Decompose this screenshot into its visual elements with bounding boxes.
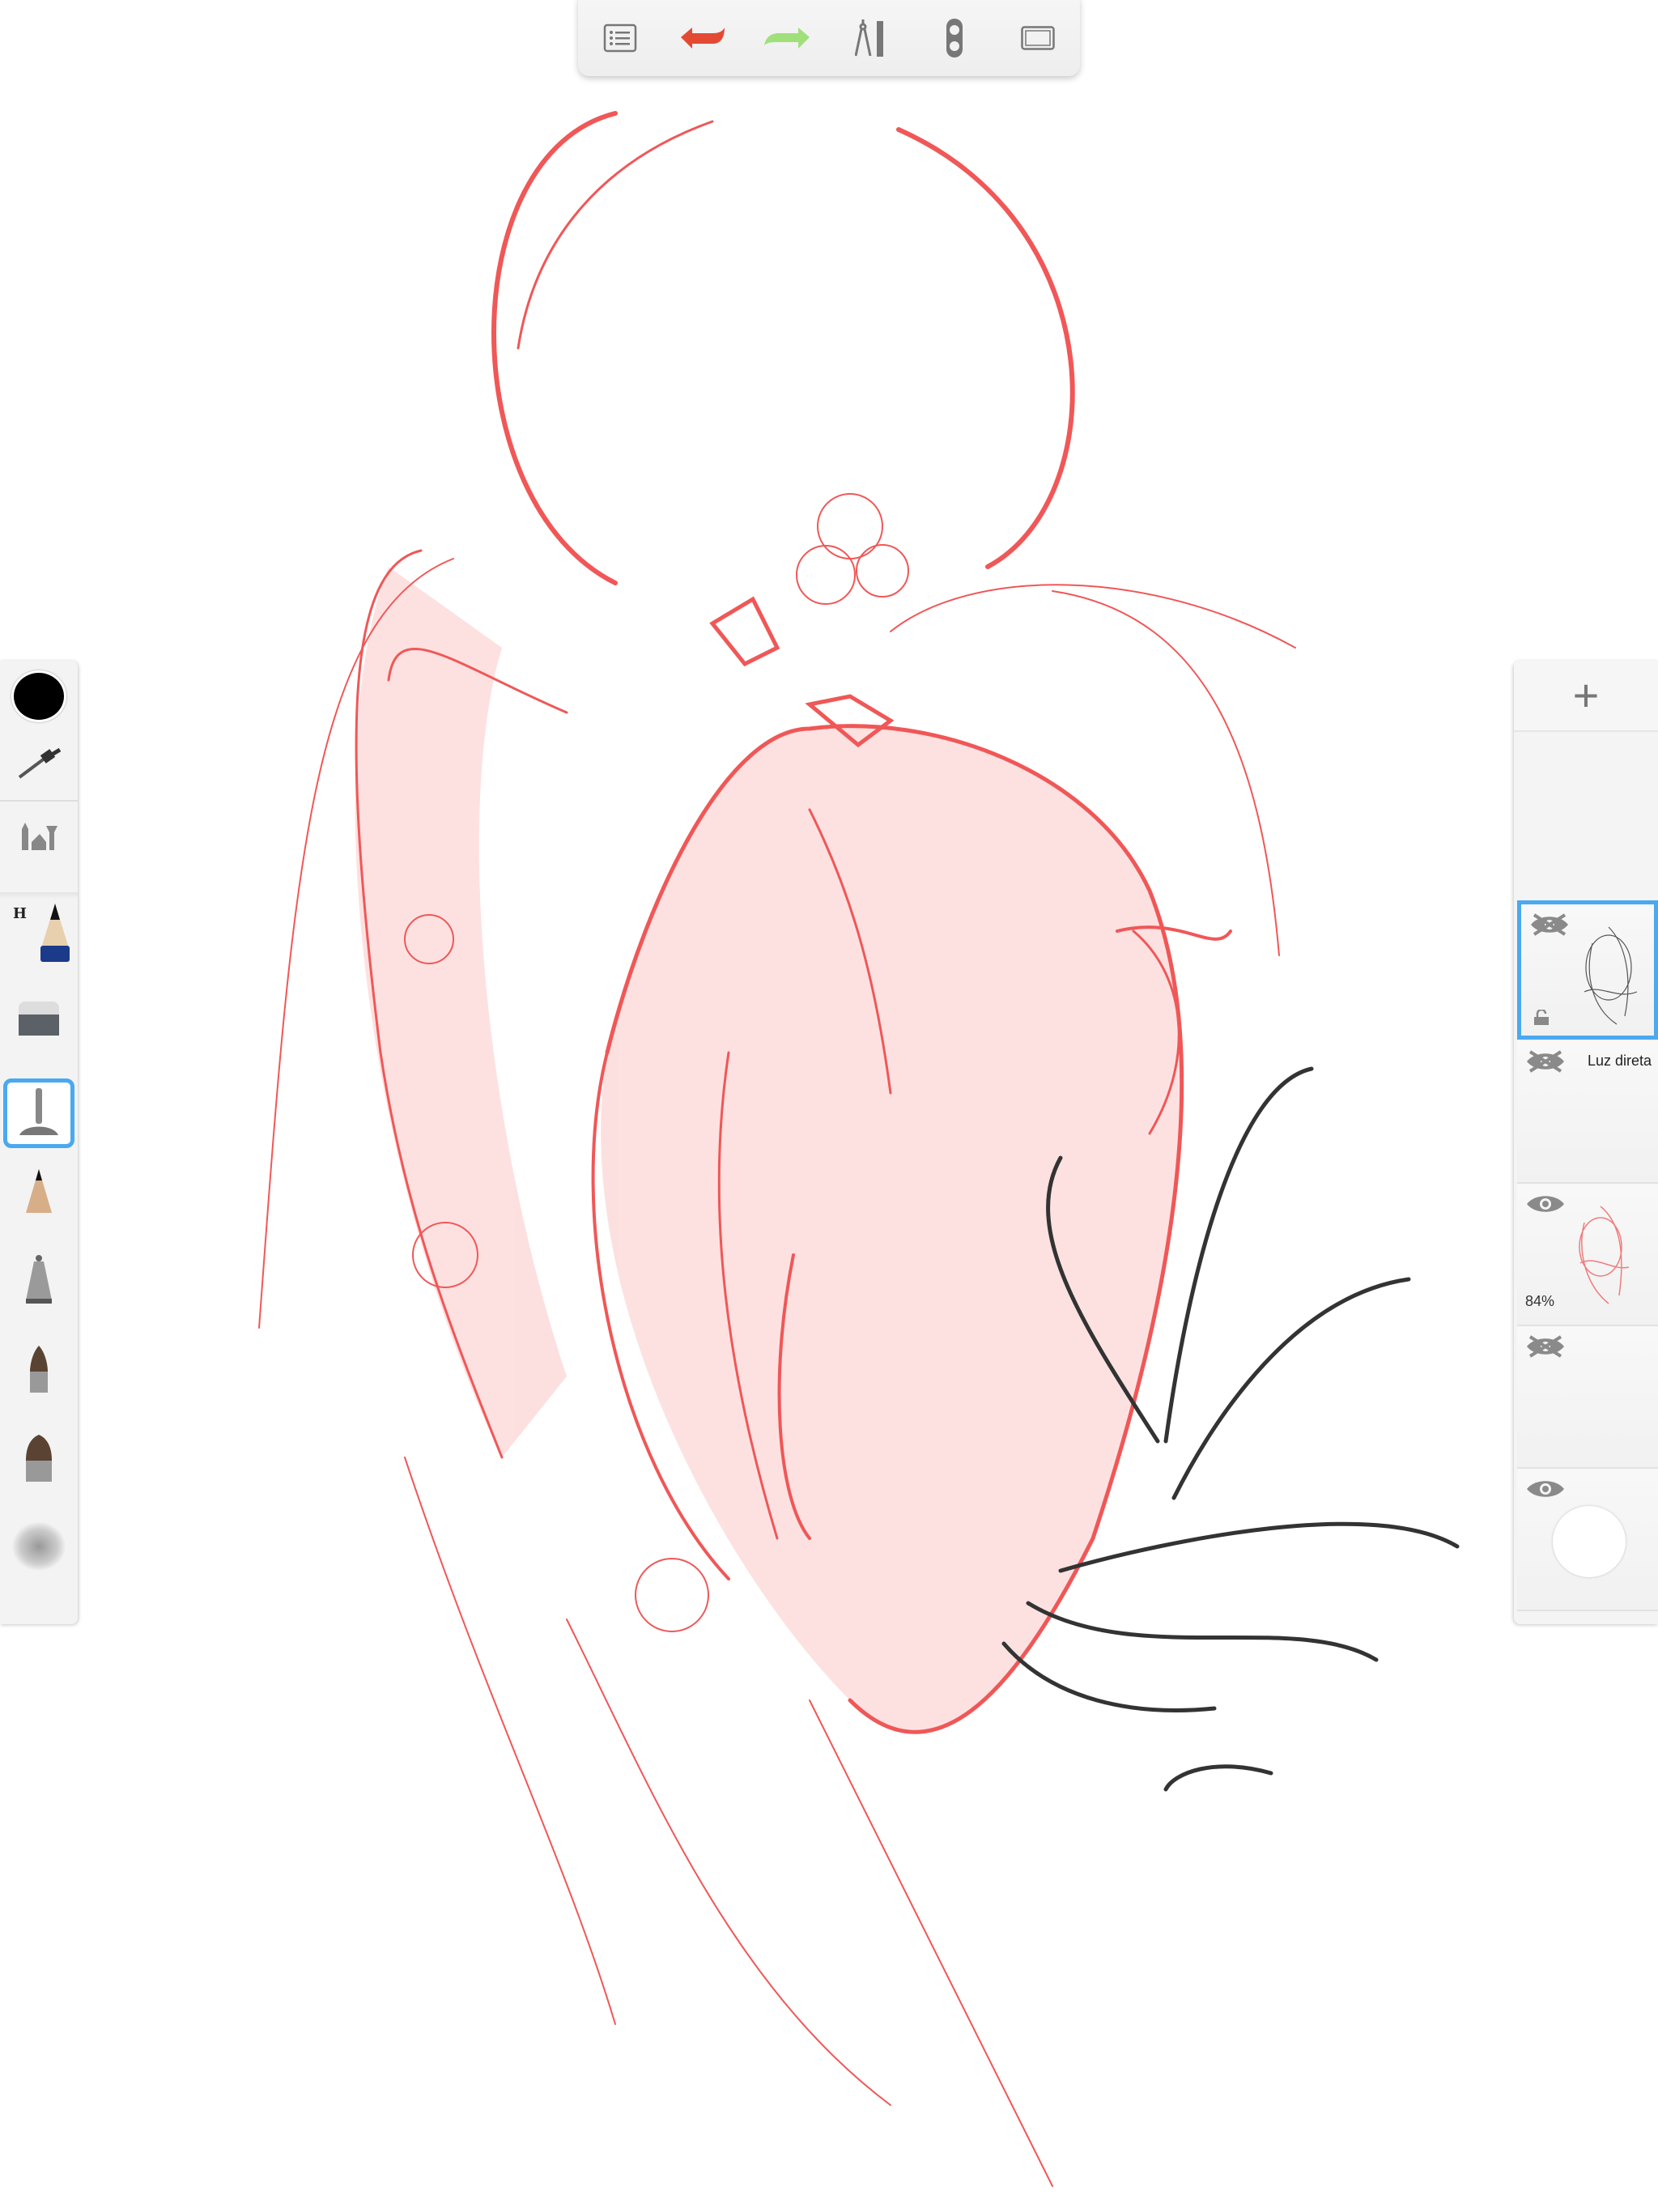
marker-tool[interactable]	[6, 1245, 71, 1313]
add-layer-button[interactable]: +	[1514, 661, 1658, 732]
marker-icon	[23, 1253, 55, 1305]
guides-button[interactable]	[843, 10, 899, 66]
redo-icon	[764, 26, 810, 50]
lock-icon	[1533, 1010, 1550, 1026]
eye-hidden-icon[interactable]	[1525, 1334, 1566, 1359]
layer-2[interactable]: Luz direta	[1517, 1041, 1658, 1184]
layer-3[interactable]: 84%	[1517, 1184, 1658, 1326]
layer-4[interactable]	[1517, 1326, 1658, 1469]
layer-1[interactable]	[1517, 900, 1658, 1040]
brush-toolbar: H	[0, 661, 78, 1624]
layers-panel: + Luz direta 84%	[1514, 661, 1658, 1624]
eraser-tool[interactable]	[6, 985, 71, 1053]
layer-thumbnail	[1560, 911, 1649, 1032]
flat-brush-icon	[23, 1431, 55, 1483]
top-toolbar	[578, 0, 1080, 76]
eye-hidden-icon[interactable]	[1525, 1049, 1566, 1074]
background-color-swatch[interactable]	[1553, 1506, 1626, 1577]
plus-icon: +	[1573, 673, 1600, 718]
current-color	[11, 670, 66, 722]
texture-brush-icon	[12, 1522, 66, 1571]
ink-brush-icon	[27, 1342, 51, 1394]
layer-opacity: 84%	[1525, 1293, 1554, 1310]
undo-icon	[681, 26, 726, 50]
main-menu-button[interactable]	[592, 10, 648, 66]
eyedropper-button[interactable]	[6, 730, 71, 798]
pencil-tool[interactable]: H	[6, 899, 71, 967]
eye-visible-icon[interactable]	[1525, 1477, 1566, 1501]
fullscreen-icon	[1021, 26, 1055, 50]
brush-sizes-icon	[19, 819, 59, 852]
eraser-icon	[17, 1000, 61, 1037]
guides-icon	[855, 18, 887, 58]
redo-button[interactable]	[759, 10, 815, 66]
color-swatch[interactable]	[6, 662, 71, 730]
brush-sizes-button[interactable]	[6, 802, 71, 870]
layer-thumbnail	[1556, 1190, 1645, 1312]
traffic-light-icon	[946, 18, 963, 58]
undo-button[interactable]	[675, 10, 732, 66]
hardness-label: H	[13, 905, 27, 922]
ink-brush-tool[interactable]	[6, 1334, 71, 1402]
layer-name: Luz direta	[1588, 1053, 1652, 1070]
drawing-canvas[interactable]	[0, 0, 1658, 2212]
paintbrush-tool[interactable]	[6, 1156, 71, 1224]
fullscreen-button[interactable]	[1010, 10, 1066, 66]
airbrush-tool[interactable]	[3, 1078, 74, 1148]
airbrush-icon	[16, 1087, 62, 1140]
eyedropper-icon	[16, 748, 62, 781]
texture-brush-tool[interactable]	[6, 1512, 71, 1580]
background-layer[interactable]	[1517, 1469, 1658, 1611]
pencil-icon	[39, 902, 71, 963]
flat-brush-tool[interactable]	[6, 1423, 71, 1491]
toggle-ui-button[interactable]	[926, 10, 983, 66]
paintbrush-icon	[23, 1166, 55, 1214]
list-icon	[603, 23, 637, 53]
